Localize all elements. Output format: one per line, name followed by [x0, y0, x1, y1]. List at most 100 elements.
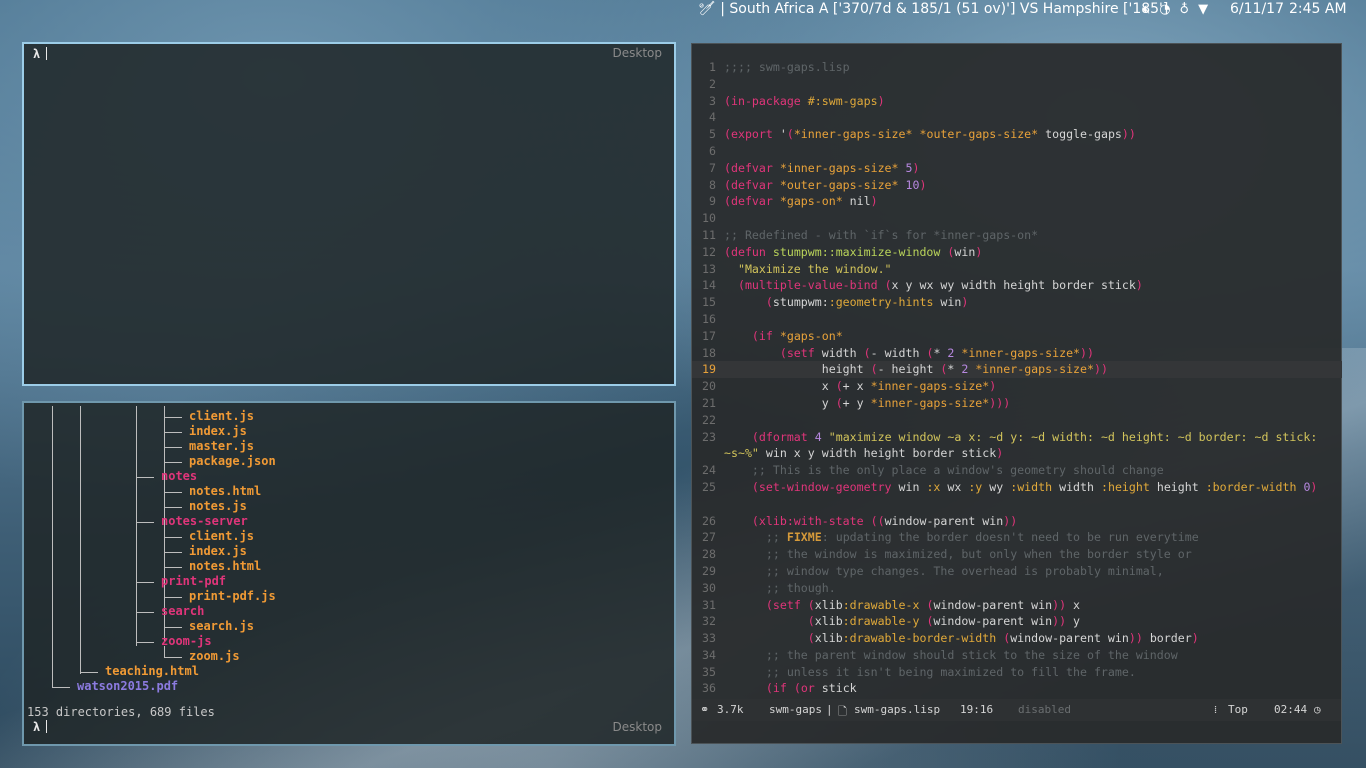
- line-number: 33: [702, 631, 716, 646]
- code-line[interactable]: 7 (defvar *inner-gaps-size* 5): [692, 160, 1342, 177]
- tree-file: client.js: [189, 529, 255, 543]
- code-line[interactable]: 1 ;;;; swm-gaps.lisp: [692, 59, 1342, 76]
- line-number: 24: [702, 463, 716, 478]
- code-line[interactable]: 13 "Maximize the window.": [692, 261, 1342, 278]
- code-line[interactable]: 16: [692, 311, 1342, 328]
- line-text: (setf (xlib:drawable-x (window-parent wi…: [765, 597, 1081, 612]
- tree-file: teaching.html: [105, 664, 199, 678]
- code-line[interactable]: 32 (xlib:drawable-y (window-parent win))…: [692, 613, 1342, 630]
- line-text: (xlib:drawable-border-width (window-pare…: [807, 631, 1199, 646]
- code-line[interactable]: 33 (xlib:drawable-border-width (window-p…: [692, 630, 1342, 647]
- modeline-project[interactable]: swm-gaps: [769, 703, 822, 716]
- line-text: (multiple-value-bind (x y wx wy width he…: [737, 278, 1143, 293]
- tree-file: zoom.js: [189, 649, 240, 663]
- code-line[interactable]: 19 height (- height (* 2 *inner-gaps-siz…: [692, 361, 1342, 379]
- line-text: (dformat 4 "maximize window ~a x: ~d y: …: [724, 429, 1325, 461]
- tree-branch: [164, 447, 182, 448]
- tree-branch: [164, 657, 182, 658]
- code-line[interactable]: 31 (setf (xlib:drawable-x (window-parent…: [692, 597, 1342, 614]
- code-line[interactable]: 22: [692, 412, 1342, 429]
- line-text: (defvar *inner-gaps-size* 5): [724, 160, 920, 175]
- tree-guide: [136, 601, 137, 616]
- terminal-top[interactable]: λ Desktop: [22, 42, 676, 386]
- code-line[interactable]: 12 (defun stumpwm::maximize-window (win): [692, 244, 1342, 261]
- tree-guide: [164, 556, 165, 567]
- code-line[interactable]: 35 ;; unless it isn't being maximized to…: [692, 664, 1342, 681]
- line-number: 35: [702, 664, 716, 679]
- code-line[interactable]: 36 (if (or stick: [692, 680, 1342, 697]
- modeline-filename[interactable]: swm-gaps.lisp: [854, 703, 940, 716]
- line-number: 36: [702, 681, 716, 696]
- code-line[interactable]: 9 (defvar *gaps-on* nil): [692, 193, 1342, 210]
- tree-branch: [164, 597, 182, 598]
- line-number: 25: [702, 479, 716, 494]
- line-text: ;; Redefined - with `if`s for *inner-gap…: [724, 227, 1039, 242]
- code-line[interactable]: 3 (in-package #:swm-gaps): [692, 93, 1342, 110]
- code-line[interactable]: 29 ;; window type changes. The overhead …: [692, 563, 1342, 580]
- top-panel: 🏏︎ | South Africa A ['370/7d & 185/1 (51…: [0, 0, 1366, 21]
- tree-guide: [164, 421, 165, 436]
- code-line[interactable]: 21 y (+ y *inner-gaps-size*))): [692, 395, 1342, 412]
- line-text: ;; the window is maximized, but only whe…: [765, 547, 1192, 562]
- code-line[interactable]: 5 (export '(*inner-gaps-size* *outer-gaps…: [692, 126, 1342, 143]
- code-line[interactable]: 14 (multiple-value-bind (x y wx wy width…: [692, 277, 1342, 294]
- code-line[interactable]: 34 ;; the parent window should stick to …: [692, 647, 1342, 664]
- tree-directory: search: [161, 604, 205, 618]
- code-line[interactable]: 4: [692, 109, 1342, 126]
- code-line[interactable]: 17 (if *gaps-on*: [692, 328, 1342, 345]
- code-line[interactable]: 18 (setf width (- width (* 2 *inner-gaps…: [692, 345, 1342, 362]
- code-line[interactable]: 30 ;; though.: [692, 580, 1342, 597]
- code-line[interactable]: 2: [692, 76, 1342, 93]
- tree-guide: [164, 406, 165, 421]
- tree-branch: [164, 552, 182, 553]
- modeline-status: disabled: [1018, 703, 1071, 716]
- wifi-icon[interactable]: ◔: [1159, 1, 1170, 19]
- code-line[interactable]: 26 (xlib:with-state ((window-parent win)…: [692, 513, 1342, 530]
- tree-branch: [136, 612, 154, 613]
- tree-branch: [164, 507, 182, 508]
- panel-title: 🏏︎ | South Africa A ['370/7d & 185/1 (51…: [698, 1, 1169, 17]
- line-text: height (- height (* 2 *inner-gaps-size*)…: [724, 362, 1108, 377]
- line-number: 15: [702, 295, 716, 310]
- volume-muted-icon[interactable]: 🔇︎: [1142, 1, 1150, 19]
- line-text: (if (or stick: [765, 681, 857, 696]
- code-line[interactable]: 24 ;; This is the only place a window's …: [692, 462, 1342, 479]
- tree-guide: [164, 451, 165, 462]
- line-text: (defvar *outer-gaps-size* 10): [724, 177, 927, 192]
- tree-guide: [164, 436, 165, 451]
- code-line[interactable]: 27 ;; FIXME: updating the border doesn't…: [692, 529, 1342, 546]
- dropdown-icon[interactable]: ▼: [1198, 1, 1208, 19]
- code-line[interactable]: 23 (dformat 4 "maximize window ~a x: ~d …: [692, 429, 1342, 463]
- line-number: 19: [702, 362, 716, 377]
- code-line[interactable]: 28 ;; the window is maximized, but only …: [692, 546, 1342, 563]
- workspace-label: Desktop: [612, 720, 663, 734]
- tree-guide: [164, 586, 165, 597]
- line-number: 12: [702, 244, 716, 259]
- tree-file: package.json: [189, 454, 276, 468]
- line-number: 17: [702, 328, 716, 343]
- tree-guide: [52, 406, 53, 686]
- code-line[interactable]: 20 x (+ x *inner-gaps-size*): [692, 378, 1342, 395]
- code-editor[interactable]: 1;;;; swm-gaps.lisp 2 3 (in-package #:swm-g…: [691, 43, 1342, 744]
- tree-guide: [164, 616, 165, 627]
- panel-clock[interactable]: 2:45 AM: [1289, 1, 1347, 17]
- code-line[interactable]: 15 (stumpwm::geometry-hints win): [692, 294, 1342, 311]
- code-line[interactable]: 25 (set-window-geometry win :x wx :y wy …: [692, 479, 1342, 513]
- code-line[interactable]: 8 (defvar *outer-gaps-size* 10): [692, 177, 1342, 194]
- code-buffer[interactable]: 1;;;; swm-gaps.lisp 2 3 (in-package #:swm-g…: [692, 59, 1342, 714]
- code-line[interactable]: 6: [692, 143, 1342, 160]
- tree-branch: [136, 582, 154, 583]
- code-line[interactable]: 10: [692, 210, 1342, 227]
- line-text: (stumpwm::geometry-hints win): [765, 295, 969, 310]
- clock-icon: ◷: [1314, 703, 1321, 716]
- terminal-bottom[interactable]: client.js index.js master.js package.json no…: [22, 401, 676, 746]
- link-icon: ⚭: [700, 703, 710, 716]
- tree-directory: notes-server: [161, 514, 248, 528]
- line-text: (defun stumpwm::maximize-window (win): [724, 244, 983, 259]
- line-text: (xlib:with-state ((window-parent win)): [751, 513, 1018, 528]
- tree-branch: [164, 417, 182, 418]
- modeline-separator: |: [826, 703, 833, 716]
- line-number: 14: [702, 278, 716, 293]
- bulb-icon[interactable]: ♁: [1180, 1, 1190, 19]
- code-line[interactable]: 11 ;; Redefined - with `if`s for *inner-g…: [692, 227, 1342, 244]
